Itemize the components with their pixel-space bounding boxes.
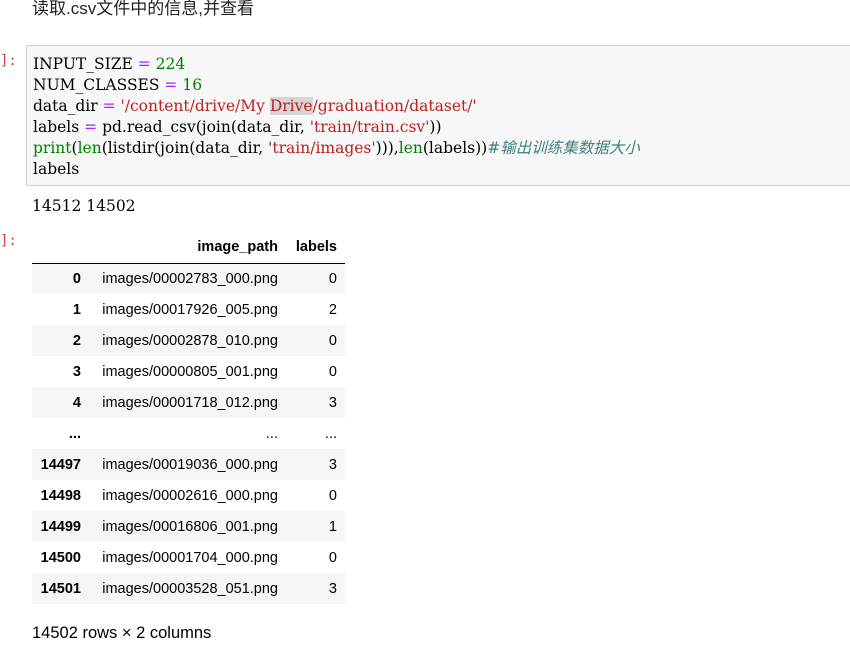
cell-image-path: images/00002783_000.png xyxy=(102,270,278,287)
cell-image-path: images/00000805_001.png xyxy=(102,363,278,380)
code-token: = xyxy=(79,118,103,136)
cell-image-path: images/00016806_001.png xyxy=(102,518,278,535)
cell-label: 3 xyxy=(328,394,337,411)
row-index: 0 xyxy=(72,270,81,287)
table-row: 14498 images/00002616_000.png 0 xyxy=(32,480,345,511)
table-row-ellipsis: ......... xyxy=(32,418,345,449)
code-token: pd.read_csv(join(data_dir, xyxy=(102,118,310,136)
dataframe-table: image_path labels 0 images/00002783_000.p… xyxy=(32,232,345,604)
code-token: = xyxy=(132,55,156,73)
cell-image-path: images/00017926_005.png xyxy=(102,301,278,318)
cell-label: 3 xyxy=(328,580,337,597)
cell-label: ... xyxy=(324,425,337,442)
cell-image-path: images/00001718_012.png xyxy=(102,394,278,411)
cell-label: 3 xyxy=(328,456,337,473)
cell-label: 0 xyxy=(328,270,337,287)
code-token: len xyxy=(398,139,423,157)
table-row: 2 images/00002878_010.png 0 xyxy=(32,325,345,356)
table-row: 3 images/00000805_001.png 0 xyxy=(32,356,345,387)
cell-label: 0 xyxy=(328,487,337,504)
row-index: 14501 xyxy=(40,580,81,597)
table-row: 14497 images/00019036_000.png 3 xyxy=(32,449,345,480)
code-token: ))), xyxy=(375,139,399,157)
cell-label: 0 xyxy=(328,332,337,349)
cell-label: 1 xyxy=(328,518,337,535)
cell-image-path: images/00001704_000.png xyxy=(102,549,278,566)
table-row: 14499 images/00016806_001.png 1 xyxy=(32,511,345,542)
code-token: len xyxy=(77,139,102,157)
code-token: data_dir xyxy=(33,97,98,115)
cell-label: 2 xyxy=(328,301,337,318)
code-token: INPUT_SIZE xyxy=(33,55,133,73)
cell-image-path: images/00002878_010.png xyxy=(102,332,278,349)
cell-label: 0 xyxy=(328,363,337,380)
table-row: 4 images/00001718_012.png 3 xyxy=(32,387,345,418)
code-token: labels xyxy=(33,160,80,178)
cell-image-path: images/00019036_000.png xyxy=(102,456,278,473)
code-token: 'train/images' xyxy=(268,139,376,157)
table-row: 14500 images/00001704_000.png 0 xyxy=(32,542,345,573)
markdown-heading: 读取.csv文件中的信息,并查看 xyxy=(32,0,254,18)
dataframe-shape-text: 14502 rows × 2 columns xyxy=(32,624,212,642)
code-token: (labels)) xyxy=(422,139,488,157)
code-token: /graduation/dataset/' xyxy=(312,97,477,115)
table-header-row: image_path labels xyxy=(32,232,345,264)
code-token: 16 xyxy=(182,76,203,94)
code-token: )) xyxy=(429,118,442,136)
code-token-highlight: Drive xyxy=(269,97,313,115)
output-prompt: ]: xyxy=(0,233,17,249)
input-prompt: ]: xyxy=(0,53,17,69)
cell-image-path: ... xyxy=(265,425,278,442)
table-row: 14501 images/00003528_051.png 3 xyxy=(32,573,345,604)
table-row: 0 images/00002783_000.png 0 xyxy=(32,263,345,294)
table-row: 1 images/00017926_005.png 2 xyxy=(32,294,345,325)
stdout-output: 14512 14502 xyxy=(32,197,136,215)
code-editor[interactable]: INPUT_SIZE = 224 NUM_CLASSES = 16 data_d… xyxy=(33,54,640,180)
row-index: 4 xyxy=(72,394,81,411)
header-index xyxy=(32,232,89,264)
code-token: (listdir(join(data_dir, xyxy=(101,139,269,157)
row-index: 14498 xyxy=(40,487,81,504)
header-labels: labels xyxy=(286,232,345,264)
cell-image-path: images/00002616_000.png xyxy=(102,487,278,504)
row-index: 14499 xyxy=(40,518,81,535)
code-token: NUM_CLASSES xyxy=(33,76,160,94)
cell-image-path: images/00003528_051.png xyxy=(102,580,278,597)
code-token: labels xyxy=(33,118,80,136)
row-index: 2 xyxy=(72,332,81,349)
row-index: 1 xyxy=(72,301,81,318)
header-image-path: image_path xyxy=(89,232,286,264)
code-token: 224 xyxy=(155,55,186,73)
code-token: '/content/drive/My xyxy=(120,97,270,115)
code-cell[interactable]: INPUT_SIZE = 224 NUM_CLASSES = 16 data_d… xyxy=(26,45,850,186)
cell-label: 0 xyxy=(328,549,337,566)
code-comment: #输出训练集数据大小 xyxy=(487,139,640,157)
row-index: 3 xyxy=(72,363,81,380)
code-token: = xyxy=(97,97,121,115)
row-index: 14497 xyxy=(40,456,81,473)
row-index: ... xyxy=(68,425,81,442)
code-token: = xyxy=(159,76,183,94)
code-token: 'train/train.csv' xyxy=(309,118,430,136)
code-token: print xyxy=(33,139,72,157)
row-index: 14500 xyxy=(40,549,81,566)
